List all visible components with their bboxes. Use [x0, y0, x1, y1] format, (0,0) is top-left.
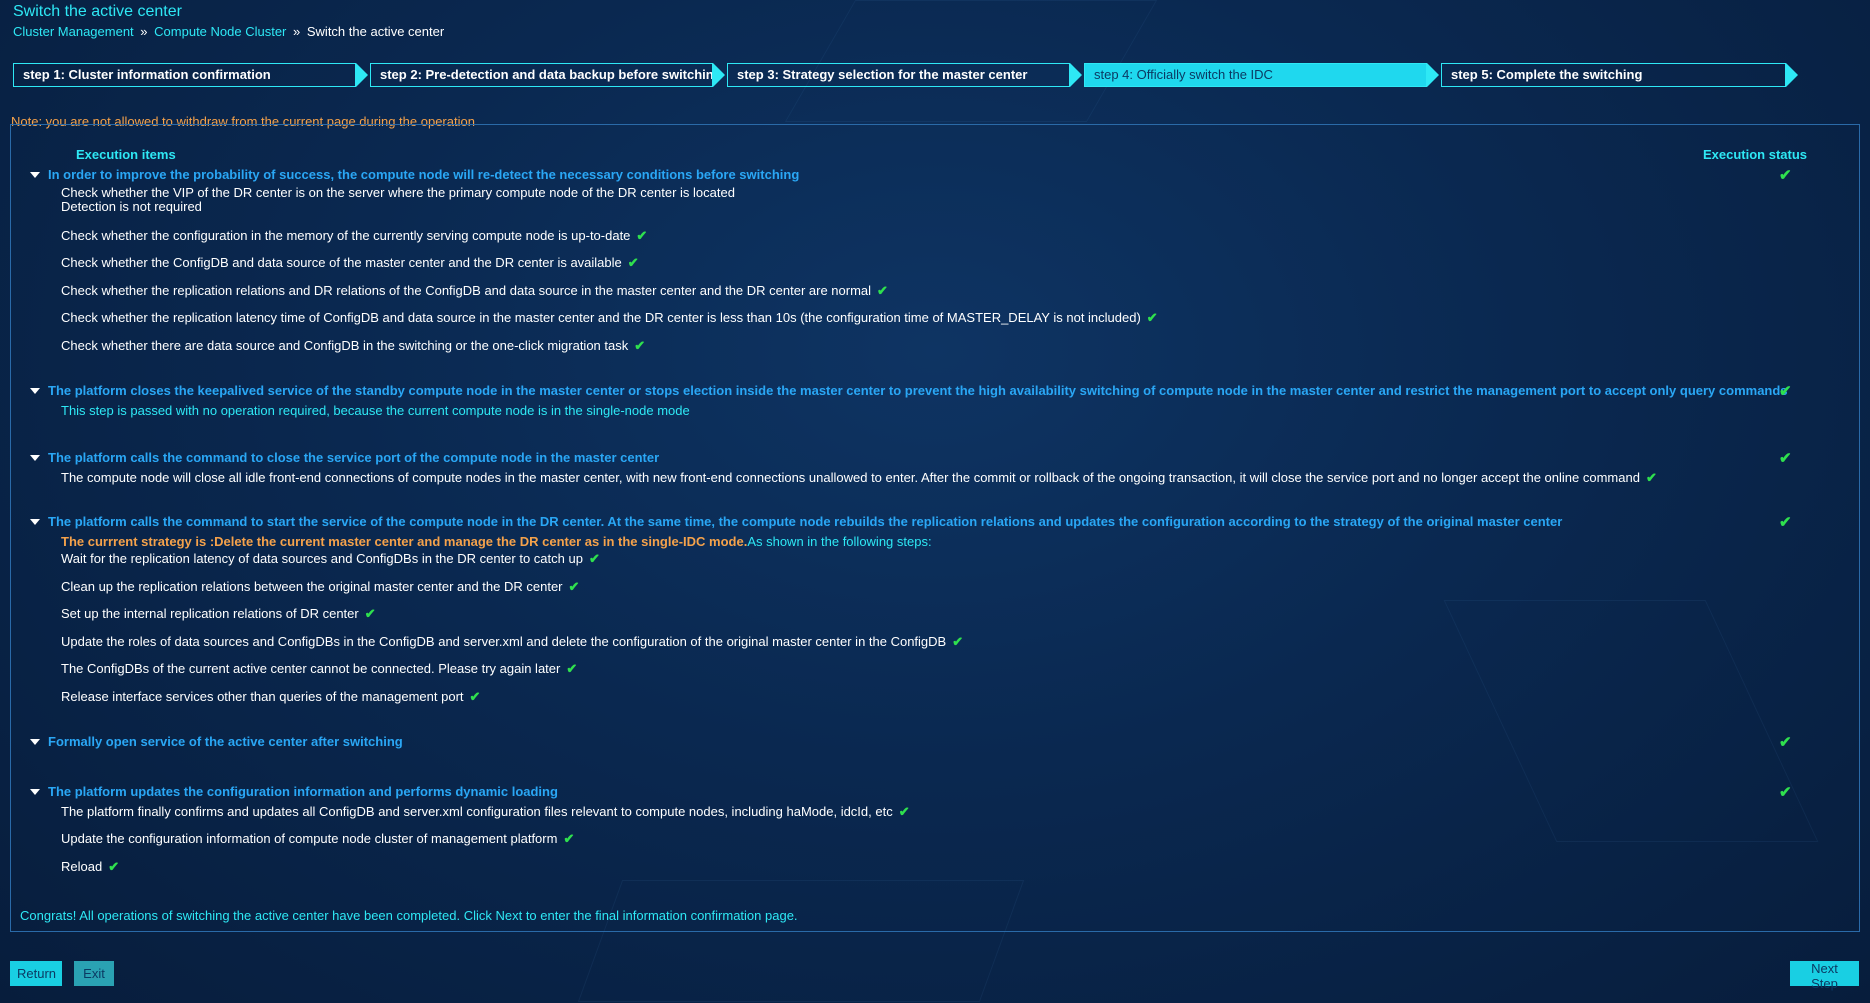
section-title: The platform updates the configuration i… — [48, 784, 558, 799]
list-item: The platform finally confirms and update… — [61, 804, 910, 819]
check-icon: ✔ — [636, 228, 648, 243]
check-icon: ✔ — [1146, 310, 1158, 325]
list-item: This step is passed with no operation re… — [61, 403, 690, 418]
check-icon: ✔ — [877, 283, 888, 298]
step-4-label: step 4: Officially switch the IDC — [1084, 63, 1427, 87]
list-item: Update the configuration information of … — [61, 831, 575, 846]
strategy-suffix: As shown in the following steps: — [747, 534, 932, 549]
background-decoration — [784, 0, 1158, 122]
list-item: Clean up the replication relations betwe… — [61, 579, 580, 594]
status-check-icon: ✔ — [1779, 784, 1792, 801]
collapse-caret-icon[interactable] — [30, 789, 40, 795]
step-arrow-icon — [713, 63, 725, 87]
completion-message: Congrats! All operations of switching th… — [20, 908, 798, 923]
step-5-label: step 5: Complete the switching — [1441, 63, 1786, 87]
check-icon: ✔ — [563, 831, 575, 846]
status-check-icon: ✔ — [1779, 734, 1792, 751]
list-item: Set up the internal replication relation… — [61, 606, 376, 621]
breadcrumb-compute-node-cluster[interactable]: Compute Node Cluster — [154, 24, 286, 39]
next-step-button[interactable]: Next Step — [1790, 961, 1859, 991]
breadcrumb-separator: » — [140, 24, 148, 39]
step-arrow-icon — [1786, 63, 1798, 87]
strategy-text: The currrent strategy is :Delete the cur… — [61, 534, 748, 549]
collapse-caret-icon[interactable] — [30, 172, 40, 178]
execution-status-header: Execution status — [1703, 147, 1808, 162]
collapse-caret-icon[interactable] — [30, 739, 40, 745]
page-title: Switch the active center — [13, 3, 182, 20]
check-icon: ✔ — [566, 661, 578, 676]
check-icon: ✔ — [588, 551, 600, 566]
list-item: Check whether there are data source and … — [61, 338, 646, 353]
check-icon: ✔ — [898, 804, 910, 819]
list-item: Check whether the VIP of the DR center i… — [61, 185, 735, 200]
list-item: Check whether the replication latency ti… — [61, 310, 1158, 325]
check-icon: ✔ — [108, 859, 120, 874]
list-item: The ConfigDBs of the current active cent… — [61, 661, 578, 676]
status-check-icon: ✔ — [1779, 514, 1792, 531]
collapse-caret-icon[interactable] — [30, 455, 40, 461]
check-icon: ✔ — [627, 255, 639, 270]
step-3-label: step 3: Strategy selection for the maste… — [727, 63, 1070, 87]
step-arrow-icon — [356, 63, 368, 87]
step-arrow-icon — [1427, 63, 1439, 87]
exit-button[interactable]: Exit — [74, 961, 114, 986]
section-title: The platform calls the command to start … — [48, 514, 1563, 529]
list-item: Reload ✔ — [61, 859, 120, 874]
status-check-icon: ✔ — [1779, 450, 1792, 467]
section-title: In order to improve the probability of s… — [48, 167, 800, 182]
check-icon: ✔ — [469, 689, 481, 704]
step-2-label: step 2: Pre-detection and data backup be… — [370, 63, 713, 87]
section-title: Formally open service of the active cent… — [48, 734, 403, 749]
check-icon: ✔ — [952, 634, 964, 649]
list-item: Check whether the replication relations … — [61, 283, 888, 298]
breadcrumb: Cluster Management » Compute Node Cluste… — [13, 24, 444, 39]
strategy-line: The currrent strategy is :Delete the cur… — [61, 534, 932, 549]
check-icon: ✔ — [364, 606, 376, 621]
list-item: Detection is not required — [61, 199, 202, 214]
section-title: The platform calls the command to close … — [48, 450, 660, 465]
check-icon: ✔ — [634, 338, 646, 353]
check-icon: ✔ — [1645, 470, 1657, 485]
step-arrow-icon — [1070, 63, 1082, 87]
list-item: Update the roles of data sources and Con… — [61, 634, 964, 649]
status-check-icon: ✔ — [1779, 383, 1792, 400]
check-icon: ✔ — [568, 579, 580, 594]
section-title: The platform closes the keepalived servi… — [48, 383, 1788, 398]
return-button[interactable]: Return — [10, 961, 62, 986]
breadcrumb-current: Switch the active center — [306, 24, 445, 39]
list-item: Check whether the configuration in the m… — [61, 228, 648, 243]
list-item: Check whether the ConfigDB and data sour… — [61, 255, 639, 270]
step-1-label: step 1: Cluster information confirmation — [13, 63, 356, 87]
breadcrumb-separator: » — [293, 24, 301, 39]
list-item: Wait for the replication latency of data… — [61, 551, 600, 566]
execution-items-header: Execution items — [76, 147, 176, 162]
breadcrumb-cluster-management[interactable]: Cluster Management — [13, 24, 134, 39]
list-item: Release interface services other than qu… — [61, 689, 481, 704]
list-item: The compute node will close all idle fro… — [61, 470, 1657, 485]
collapse-caret-icon[interactable] — [30, 519, 40, 525]
collapse-caret-icon[interactable] — [30, 388, 40, 394]
status-check-icon: ✔ — [1779, 167, 1792, 184]
